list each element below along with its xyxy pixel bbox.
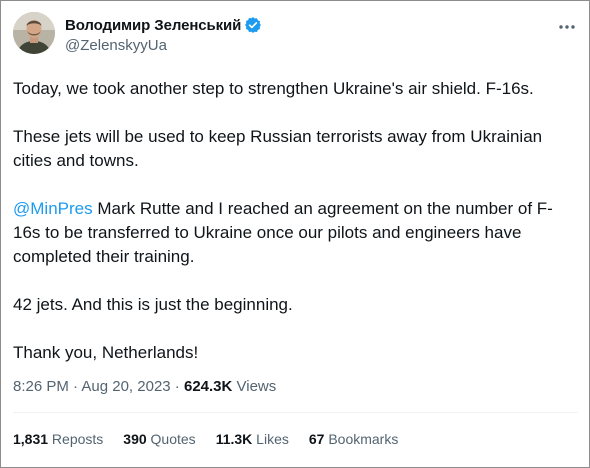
mention-link[interactable]: @MinPres (13, 199, 93, 218)
tweet-date[interactable]: Aug 20, 2023 (81, 378, 170, 395)
tweet-time[interactable]: 8:26 PM (13, 378, 69, 395)
likes-label: Likes (252, 431, 289, 447)
avatar[interactable] (13, 12, 55, 54)
likes-count: 11.3K (215, 431, 253, 447)
reposts-count: 1,831 (13, 431, 49, 447)
tweet-text: Today, we took another step to strengthe… (13, 77, 578, 365)
handle[interactable]: @ZelenskyyUa (65, 37, 262, 54)
tweet-meta: 8:26 PM · Aug 20, 2023 · 624.3K Views (13, 378, 276, 395)
profile-photo-icon (13, 12, 55, 54)
author-block: Володимир Зеленський @ZelenskyyUa (65, 14, 262, 54)
tweet-paragraph: 42 jets. And this is just the beginning. (13, 295, 293, 314)
tweet-paragraph: These jets will be used to keep Russian … (13, 127, 543, 170)
engagement-stats: 1,831 Reposts 390 Quotes 11.3K Likes 67 … (13, 431, 418, 447)
bookmarks-count: 67 (308, 431, 325, 447)
tweet-paragraph: Thank you, Netherlands! (13, 343, 199, 362)
bookmarks-label: Bookmarks (324, 431, 399, 447)
display-name[interactable]: Володимир Зеленський (65, 17, 241, 34)
more-options-icon[interactable] (557, 17, 577, 37)
quotes-label: Quotes (146, 431, 196, 447)
reposts-label: Reposts (48, 431, 104, 447)
quotes-stat[interactable]: 390 Quotes (123, 431, 195, 447)
views-count[interactable]: 624.3K (184, 378, 232, 395)
tweet-paragraph: Today, we took another step to strengthe… (13, 79, 534, 98)
meta-separator: · (68, 378, 82, 395)
likes-stat[interactable]: 11.3K Likes (216, 431, 289, 447)
verified-badge-icon[interactable] (244, 16, 262, 34)
quotes-count: 390 (123, 431, 147, 447)
meta-separator: · (170, 378, 184, 395)
tweet-card: Володимир Зеленський @ZelenskyyUa Today,… (0, 0, 590, 468)
tweet-paragraph-text: Mark Rutte and I reached an agreement on… (13, 199, 553, 266)
views-label: Views (232, 378, 277, 395)
reposts-stat[interactable]: 1,831 Reposts (13, 431, 103, 447)
bookmarks-stat[interactable]: 67 Bookmarks (309, 431, 399, 447)
divider (13, 412, 578, 413)
name-row: Володимир Зеленський (65, 14, 262, 36)
tweet-paragraph: @MinPres Mark Rutte and I reached an agr… (13, 197, 578, 269)
